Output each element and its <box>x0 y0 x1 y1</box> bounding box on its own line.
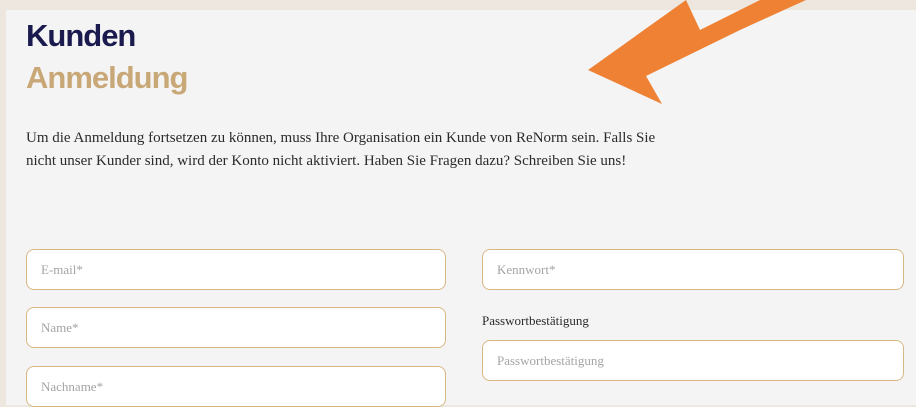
password-confirm-label: Passwortbestätigung <box>482 313 589 328</box>
intro-line-2: nicht unser Kunder sind, wird der Konto … <box>26 153 627 169</box>
password-field[interactable] <box>482 249 904 290</box>
name-field[interactable] <box>26 307 446 348</box>
intro-line-1: Um die Anmeldung fortsetzen zu können, m… <box>26 130 656 146</box>
intro-text: Um die Anmeldung fortsetzen zu können, m… <box>26 127 856 173</box>
email-field[interactable] <box>26 249 446 290</box>
page-title: Kunden <box>26 18 136 53</box>
page-subtitle: Anmeldung <box>26 60 188 95</box>
password-confirm-field[interactable] <box>482 340 904 381</box>
lastname-field[interactable] <box>26 366 446 407</box>
